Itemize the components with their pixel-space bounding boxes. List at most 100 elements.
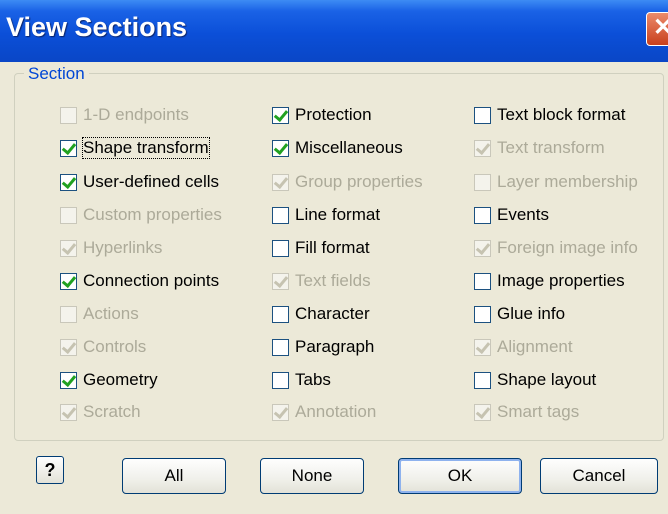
checkbox-label: Character <box>295 304 370 323</box>
checkbox-box[interactable] <box>60 371 77 389</box>
checkbox-layer-membership[interactable]: Layer membership <box>474 171 638 193</box>
checkbox-box[interactable] <box>272 403 289 421</box>
checkbox-text-block-format[interactable]: Text block format <box>474 104 626 126</box>
checkbox-box[interactable] <box>474 206 491 224</box>
checkbox-label: Foreign image info <box>497 238 638 257</box>
checkbox-image-properties[interactable]: Image properties <box>474 270 625 292</box>
checkbox-label: Paragraph <box>295 337 375 356</box>
checkbox-box[interactable] <box>60 338 77 356</box>
checkbox-box[interactable] <box>272 371 289 389</box>
checkbox-user-defined-cells[interactable]: User-defined cells <box>60 171 219 193</box>
checkbox-box[interactable] <box>60 239 77 257</box>
close-button[interactable]: ✕ <box>646 12 668 46</box>
checkbox-box[interactable] <box>272 173 289 191</box>
checkbox-box[interactable] <box>474 305 491 323</box>
ok-button[interactable]: OK <box>398 458 522 494</box>
checkbox-paragraph[interactable]: Paragraph <box>272 336 374 358</box>
checkbox-box[interactable] <box>474 272 491 290</box>
checkbox-box[interactable] <box>60 272 77 290</box>
cancel-button[interactable]: Cancel <box>540 458 658 494</box>
none-button[interactable]: None <box>260 458 364 494</box>
checkbox-1d-endpoints[interactable]: 1-D endpoints <box>60 104 189 126</box>
checkbox-foreign-image-info[interactable]: Foreign image info <box>474 237 638 259</box>
checkbox-connection-points[interactable]: Connection points <box>60 270 219 292</box>
checkbox-line-format[interactable]: Line format <box>272 204 380 226</box>
checkbox-label: Annotation <box>295 402 377 421</box>
checkbox-box[interactable] <box>474 173 491 191</box>
close-icon: ✕ <box>652 14 668 41</box>
checkbox-box[interactable] <box>60 173 77 191</box>
help-button[interactable]: ? <box>36 456 64 484</box>
window-title: View Sections <box>6 12 188 42</box>
checkbox-label: Text transform <box>497 138 605 157</box>
checkbox-character[interactable]: Character <box>272 303 370 325</box>
checkbox-actions[interactable]: Actions <box>60 303 139 325</box>
checkbox-label: Protection <box>295 105 372 124</box>
checkbox-label: 1-D endpoints <box>83 105 189 124</box>
checkbox-label: Scratch <box>83 402 141 421</box>
checkbox-box[interactable] <box>474 239 491 257</box>
checkbox-label: Group properties <box>295 172 423 191</box>
checkbox-scratch[interactable]: Scratch <box>60 401 141 423</box>
checkbox-box[interactable] <box>60 305 77 323</box>
checkbox-text-fields[interactable]: Text fields <box>272 270 371 292</box>
checkbox-label: Smart tags <box>497 402 580 421</box>
checkbox-box[interactable] <box>272 139 289 157</box>
checkbox-label: Events <box>497 205 549 224</box>
checkbox-protection[interactable]: Protection <box>272 104 372 126</box>
checkbox-label: Layer membership <box>497 172 638 191</box>
checkbox-annotation[interactable]: Annotation <box>272 401 376 423</box>
checkbox-label: Fill format <box>295 238 370 257</box>
section-group-label: Section <box>24 64 89 84</box>
checkbox-label: Glue info <box>497 304 566 323</box>
checkbox-label: Image properties <box>497 271 625 290</box>
checkbox-box[interactable] <box>474 403 491 421</box>
checkbox-box[interactable] <box>474 338 491 356</box>
checkbox-label: Shape layout <box>497 370 597 389</box>
checkbox-box[interactable] <box>272 106 289 124</box>
all-button[interactable]: All <box>122 458 226 494</box>
checkbox-label: Alignment <box>497 337 573 356</box>
checkbox-shape-layout[interactable]: Shape layout <box>474 369 596 391</box>
checkbox-label: Text block format <box>497 105 626 124</box>
checkbox-box[interactable] <box>474 106 491 124</box>
checkbox-box[interactable] <box>272 206 289 224</box>
checkbox-label: Shape transform <box>82 137 210 159</box>
checkbox-shape-transform[interactable]: Shape transform <box>60 137 210 159</box>
checkbox-label: Line format <box>295 205 381 224</box>
checkbox-label: Controls <box>83 337 147 356</box>
checkbox-miscellaneous[interactable]: Miscellaneous <box>272 137 403 159</box>
dialog-body: Section 1-D endpoints Shape transform Us… <box>0 62 668 514</box>
checkbox-label: Tabs <box>295 370 331 389</box>
checkbox-box[interactable] <box>474 371 491 389</box>
checkbox-label: Geometry <box>83 370 158 389</box>
checkbox-box[interactable] <box>272 272 289 290</box>
checkbox-label: Text fields <box>295 271 371 290</box>
checkbox-box[interactable] <box>60 403 77 421</box>
checkbox-label: Actions <box>83 304 139 323</box>
checkbox-box[interactable] <box>60 139 77 157</box>
checkbox-box[interactable] <box>272 338 289 356</box>
checkbox-smart-tags[interactable]: Smart tags <box>474 401 579 423</box>
checkbox-box[interactable] <box>60 206 77 224</box>
checkbox-fill-format[interactable]: Fill format <box>272 237 370 259</box>
checkbox-box[interactable] <box>272 305 289 323</box>
title-bar[interactable]: View Sections ✕ <box>0 0 668 62</box>
checkbox-alignment[interactable]: Alignment <box>474 336 573 358</box>
checkbox-group-properties[interactable]: Group properties <box>272 171 423 193</box>
checkbox-events[interactable]: Events <box>474 204 549 226</box>
checkbox-hyperlinks[interactable]: Hyperlinks <box>60 237 162 259</box>
checkbox-glue-info[interactable]: Glue info <box>474 303 565 325</box>
help-icon: ? <box>44 460 56 480</box>
checkbox-controls[interactable]: Controls <box>60 336 146 358</box>
checkbox-tabs[interactable]: Tabs <box>272 369 331 391</box>
checkbox-box[interactable] <box>474 139 491 157</box>
checkbox-box[interactable] <box>60 106 77 124</box>
checkbox-label: Miscellaneous <box>295 138 403 157</box>
checkbox-label: Hyperlinks <box>83 238 163 257</box>
checkbox-geometry[interactable]: Geometry <box>60 369 158 391</box>
checkbox-text-transform[interactable]: Text transform <box>474 137 605 159</box>
checkbox-box[interactable] <box>272 239 289 257</box>
checkbox-custom-properties[interactable]: Custom properties <box>60 204 222 226</box>
checkbox-label: Connection points <box>83 271 220 290</box>
